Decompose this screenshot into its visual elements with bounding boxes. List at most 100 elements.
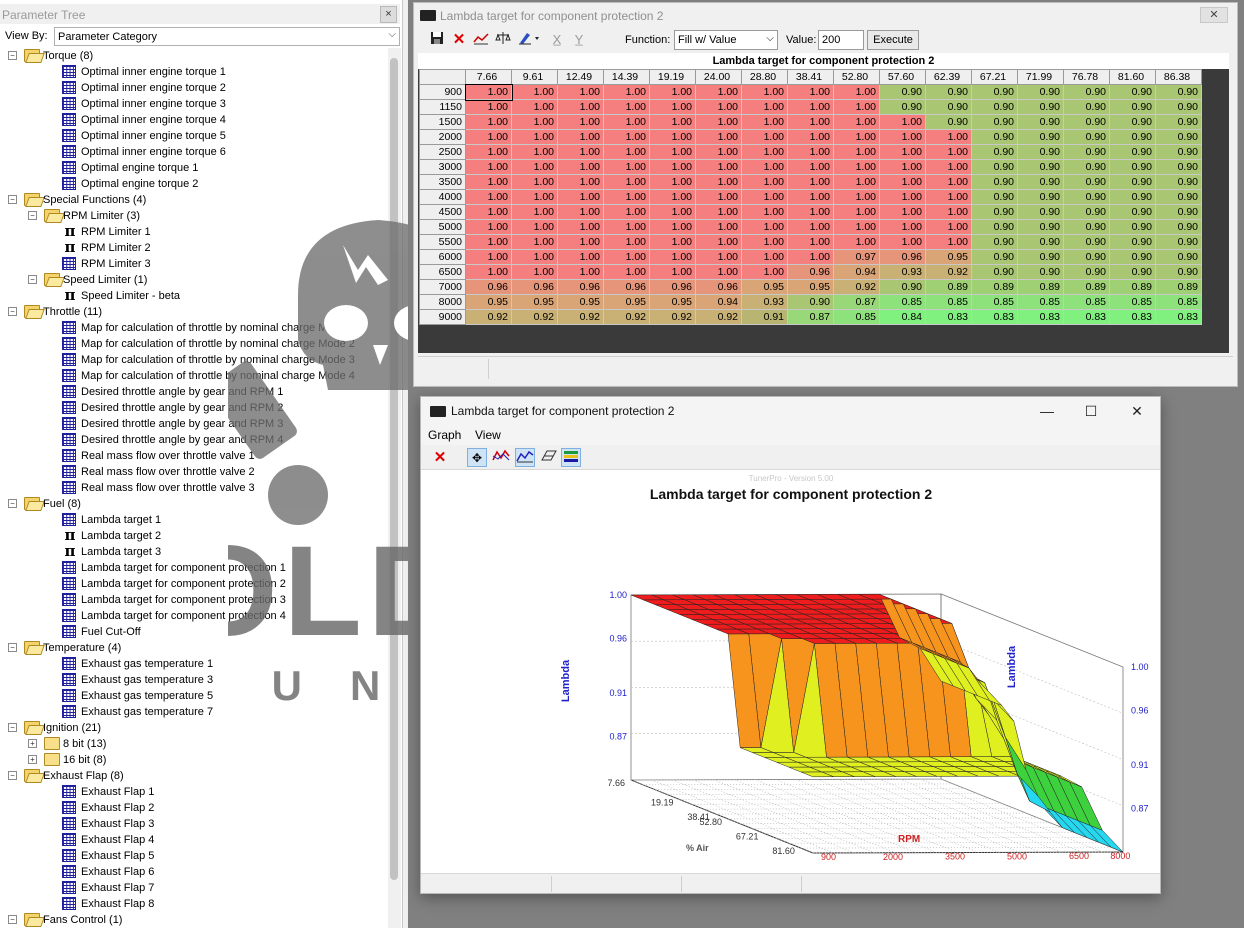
table-cell[interactable]: 1.00 [603, 114, 650, 130]
tree-item[interactable]: Exhaust Flap 3 [0, 816, 386, 832]
math-y-icon[interactable]: Y̲ [570, 31, 588, 49]
table-cell[interactable]: 1.00 [787, 129, 834, 145]
collapse-icon[interactable]: − [8, 915, 17, 924]
table-cell[interactable]: 0.90 [1155, 204, 1202, 220]
row-header[interactable]: 5500 [419, 234, 466, 250]
table-cell[interactable]: 0.89 [925, 279, 972, 295]
table-cell[interactable]: 0.90 [1017, 114, 1064, 130]
table-cell[interactable]: 1.00 [511, 204, 558, 220]
table-cell[interactable]: 0.90 [1155, 129, 1202, 145]
surface-icon[interactable] [515, 448, 535, 467]
table-cell[interactable]: 0.90 [1017, 174, 1064, 190]
legend-icon[interactable] [561, 448, 581, 467]
tree-folder[interactable]: +8 bit (13) [0, 736, 386, 752]
table-cell[interactable]: 1.00 [649, 84, 696, 100]
table-cell[interactable]: 0.90 [971, 204, 1018, 220]
table-cell[interactable]: 0.95 [741, 279, 788, 295]
table-cell[interactable]: 1.00 [787, 174, 834, 190]
tree-folder[interactable]: − Fans Control (1) [0, 912, 386, 928]
row-header[interactable]: 4000 [419, 189, 466, 205]
row-header[interactable]: 2000 [419, 129, 466, 145]
table-cell[interactable]: 1.00 [741, 264, 788, 280]
table-cell[interactable]: 0.90 [1109, 189, 1156, 205]
table-cell[interactable]: 1.00 [741, 249, 788, 265]
table-cell[interactable]: 0.90 [971, 234, 1018, 250]
rotate-icon[interactable] [491, 448, 511, 467]
table-cell[interactable]: 1.00 [741, 114, 788, 130]
table-cell[interactable]: 0.89 [1109, 279, 1156, 295]
table-cell[interactable]: 1.00 [787, 114, 834, 130]
table-cell[interactable]: 1.00 [649, 159, 696, 175]
table-cell[interactable]: 1.00 [511, 219, 558, 235]
table-cell[interactable]: 0.90 [971, 144, 1018, 160]
tree-item[interactable]: Optimal inner engine torque 1 [0, 64, 386, 80]
table-cell[interactable]: 0.90 [1109, 84, 1156, 100]
table-cell[interactable]: 1.00 [741, 144, 788, 160]
table-cell[interactable]: 0.90 [1155, 144, 1202, 160]
table-cell[interactable]: 1.00 [787, 189, 834, 205]
table-cell[interactable]: 0.90 [1109, 249, 1156, 265]
table-cell[interactable]: 1.00 [833, 84, 880, 100]
table-cell[interactable]: 1.00 [465, 114, 512, 130]
table-cell[interactable]: 1.00 [557, 129, 604, 145]
table-cell[interactable]: 1.00 [925, 174, 972, 190]
table-cell[interactable]: 1.00 [925, 234, 972, 250]
table-cell[interactable]: 1.00 [603, 234, 650, 250]
table-cell[interactable]: 1.00 [925, 219, 972, 235]
row-header[interactable]: 5000 [419, 219, 466, 235]
table-cell[interactable]: 0.90 [1063, 219, 1110, 235]
table-cell[interactable]: 1.00 [465, 234, 512, 250]
table-cell[interactable]: 1.00 [695, 99, 742, 115]
table-cell[interactable]: 0.90 [1155, 219, 1202, 235]
table-cell[interactable]: 1.00 [465, 144, 512, 160]
table-cell[interactable]: 1.00 [557, 249, 604, 265]
column-header[interactable]: 28.80 [741, 69, 788, 85]
table-cell[interactable]: 0.89 [1063, 279, 1110, 295]
table-cell[interactable]: 1.00 [603, 189, 650, 205]
table-cell[interactable]: 1.00 [649, 204, 696, 220]
table-cell[interactable]: 1.00 [833, 129, 880, 145]
table-cell[interactable]: 0.90 [879, 279, 926, 295]
table-cell[interactable]: 1.00 [649, 264, 696, 280]
table-cell[interactable]: 1.00 [603, 159, 650, 175]
table-cell[interactable]: 0.89 [971, 279, 1018, 295]
column-header[interactable]: 9.61 [511, 69, 558, 85]
table-cell[interactable]: 0.90 [1109, 174, 1156, 190]
table-cell[interactable]: 1.00 [465, 99, 512, 115]
table-cell[interactable]: 0.85 [879, 294, 926, 310]
table-cell[interactable]: 0.96 [695, 279, 742, 295]
table-cell[interactable]: 1.00 [787, 159, 834, 175]
maximize-button[interactable]: ☐ [1077, 402, 1105, 420]
table-cell[interactable]: 1.00 [787, 249, 834, 265]
table-cell[interactable]: 1.00 [741, 204, 788, 220]
delete-icon[interactable]: ✕ [450, 31, 468, 49]
table-cell[interactable]: 1.00 [787, 204, 834, 220]
table-cell[interactable]: 1.00 [787, 219, 834, 235]
table-cell[interactable]: 1.00 [787, 99, 834, 115]
table-cell[interactable]: 0.90 [1017, 219, 1064, 235]
table-cell[interactable]: 1.00 [695, 219, 742, 235]
table-cell[interactable]: 1.00 [695, 174, 742, 190]
table-cell[interactable]: 1.00 [741, 234, 788, 250]
table-cell[interactable]: 1.00 [465, 204, 512, 220]
table-cell[interactable]: 0.90 [1155, 174, 1202, 190]
table-cell[interactable]: 0.90 [1017, 129, 1064, 145]
table-cell[interactable]: 1.00 [557, 99, 604, 115]
table-cell[interactable]: 0.92 [511, 309, 558, 325]
table-cell[interactable]: 0.91 [741, 309, 788, 325]
table-cell[interactable]: 0.85 [833, 309, 880, 325]
table-cell[interactable]: 1.00 [511, 159, 558, 175]
table-cell[interactable]: 0.90 [1109, 234, 1156, 250]
tree-close-icon[interactable]: × [380, 6, 397, 23]
table-cell[interactable]: 1.00 [695, 129, 742, 145]
table-cell[interactable]: 0.87 [833, 294, 880, 310]
table-cell[interactable]: 0.90 [879, 84, 926, 100]
table-cell[interactable]: 0.83 [971, 309, 1018, 325]
column-header[interactable]: 81.60 [1109, 69, 1156, 85]
table-cell[interactable]: 0.90 [971, 84, 1018, 100]
table-cell[interactable]: 0.90 [1155, 189, 1202, 205]
table-cell[interactable]: 0.93 [741, 294, 788, 310]
table-cell[interactable]: 1.00 [557, 189, 604, 205]
table-cell[interactable]: 1.00 [833, 219, 880, 235]
pen-icon[interactable] [516, 31, 542, 49]
